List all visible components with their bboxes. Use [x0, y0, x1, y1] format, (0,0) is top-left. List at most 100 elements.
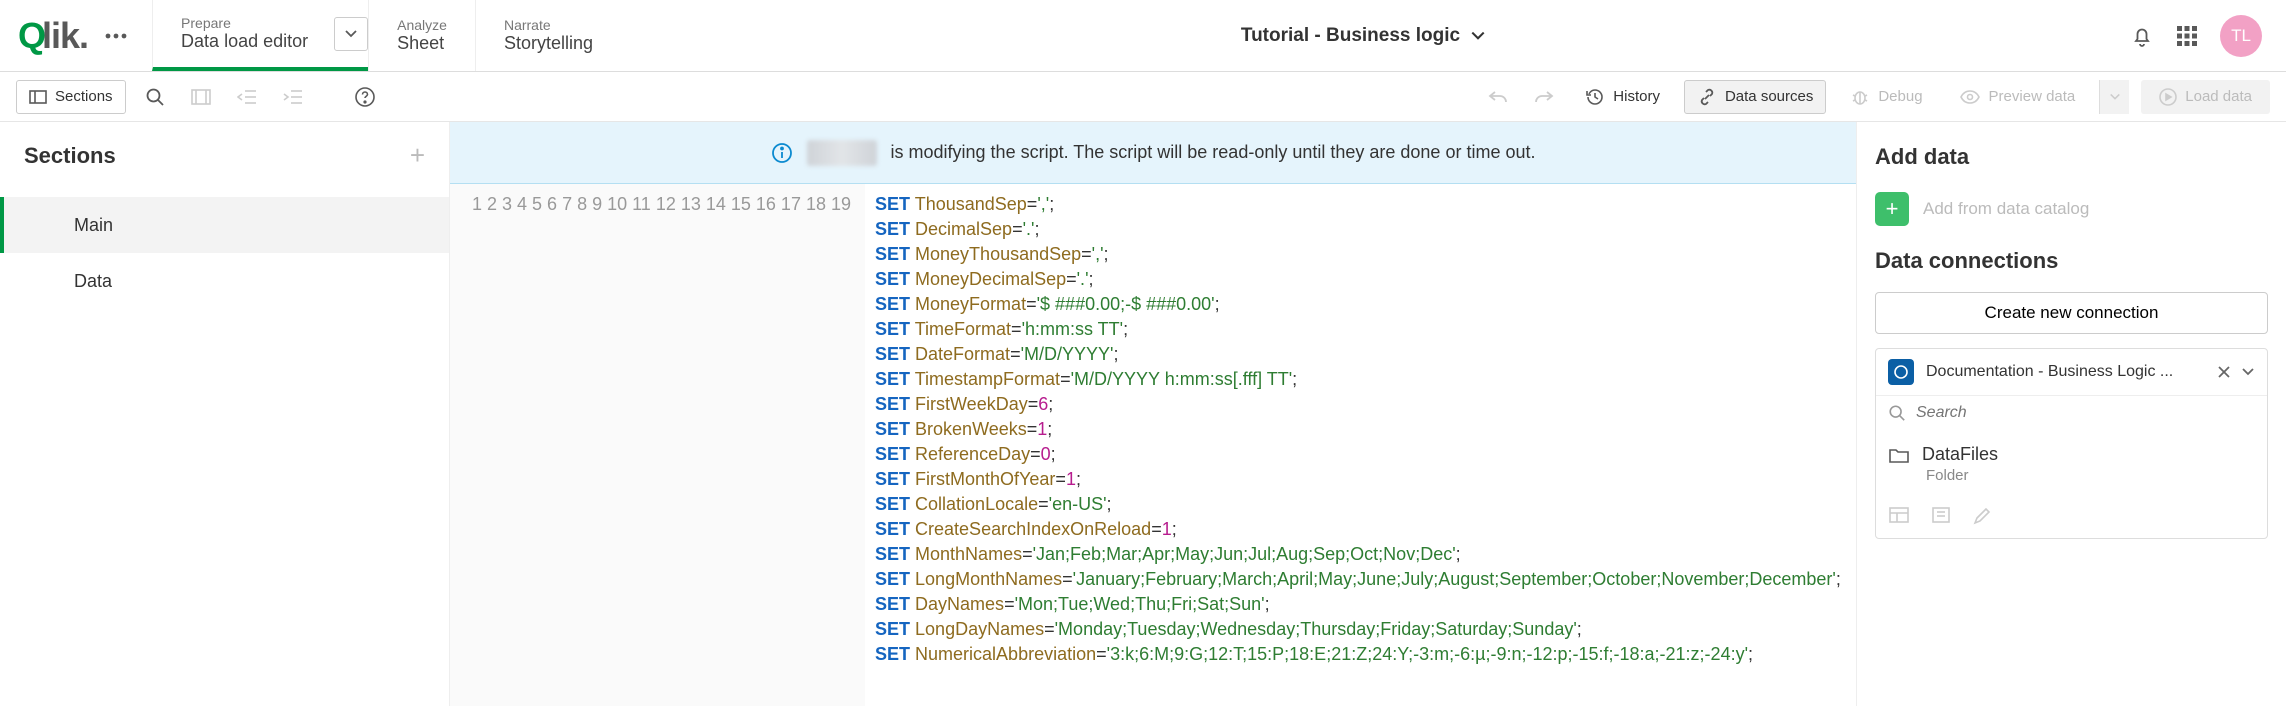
- connection-header[interactable]: Documentation - Business Logic ...: [1876, 349, 2267, 395]
- search-icon: [1888, 404, 1906, 422]
- tab-prepare-dropdown[interactable]: [334, 17, 368, 51]
- add-data-title: Add data: [1875, 140, 2268, 174]
- global-menu-button[interactable]: [98, 18, 134, 54]
- code-editor[interactable]: 1 2 3 4 5 6 7 8 9 10 11 12 13 14 15 16 1…: [450, 184, 1856, 706]
- info-icon: [771, 142, 793, 164]
- top-bar: Qlik. Prepare Data load editor Analyze S…: [0, 0, 2286, 72]
- comment-icon: [191, 89, 211, 105]
- grid-icon: [2176, 25, 2198, 47]
- apps-launcher-button[interactable]: [2176, 25, 2198, 47]
- tab-analyze[interactable]: Analyze Sheet: [368, 0, 475, 71]
- tab-narrate-main: Storytelling: [504, 33, 593, 54]
- connection-close-button[interactable]: [2217, 365, 2231, 379]
- add-from-catalog-label: Add from data catalog: [1923, 199, 2089, 219]
- edit-connection-icon: [1972, 506, 1992, 526]
- app-title: Tutorial - Business logic: [1241, 25, 1460, 47]
- sections-toggle-label: Sections: [55, 88, 113, 105]
- create-connection-button[interactable]: Create new connection: [1875, 292, 2268, 334]
- search-icon: [145, 87, 165, 107]
- code-content: SET ThousandSep=','; SET DecimalSep='.';…: [865, 184, 1851, 706]
- debug-button: Debug: [1838, 80, 1934, 114]
- banner-text: is modifying the script. The script will…: [891, 142, 1536, 163]
- user-avatar[interactable]: TL: [2220, 15, 2262, 57]
- connection-actions: [1876, 494, 2267, 538]
- create-connection-label: Create new connection: [1985, 303, 2159, 322]
- undo-icon: [1487, 88, 1509, 106]
- load-data-button: Load data: [2141, 80, 2270, 114]
- connection-item-label: DataFiles: [1922, 444, 1998, 465]
- select-data-icon: [1888, 506, 1910, 524]
- chevron-down-icon: [2109, 91, 2121, 103]
- add-from-catalog-row: + Add from data catalog: [1875, 188, 2268, 230]
- preview-label: Preview data: [1989, 88, 2076, 105]
- tab-prepare-sup: Prepare: [181, 15, 308, 31]
- load-data-label: Load data: [2185, 88, 2252, 105]
- undo-button: [1481, 80, 1515, 114]
- sections-header: Sections +: [0, 122, 449, 179]
- data-sources-label: Data sources: [1725, 88, 1813, 105]
- line-gutter: 1 2 3 4 5 6 7 8 9 10 11 12 13 14 15 16 1…: [450, 184, 865, 706]
- comment-button: [184, 80, 218, 114]
- folder-icon: [1888, 446, 1910, 464]
- help-icon: [354, 86, 376, 108]
- toolbar: Sections History Data sources Debug Prev…: [0, 72, 2286, 122]
- chevron-down-icon: [2241, 365, 2255, 379]
- preview-dropdown: [2099, 80, 2129, 114]
- preview-data-button: Preview data: [1947, 80, 2088, 114]
- indent-icon: [283, 89, 303, 105]
- connection-item-datafiles[interactable]: DataFiles: [1876, 430, 2267, 467]
- connection-item-sub: Folder: [1876, 467, 2267, 494]
- outdent-button: [230, 80, 264, 114]
- notifications-button[interactable]: [2130, 24, 2154, 48]
- sections-item-data[interactable]: Data: [0, 253, 449, 309]
- sections-item-main[interactable]: Main: [0, 197, 449, 253]
- link-icon: [1697, 87, 1717, 107]
- history-button[interactable]: History: [1573, 80, 1672, 114]
- data-connections-title: Data connections: [1875, 244, 2268, 278]
- tab-prepare-main: Data load editor: [181, 31, 308, 52]
- add-from-catalog-button[interactable]: +: [1875, 192, 1909, 226]
- tab-narrate[interactable]: Narrate Storytelling: [475, 0, 621, 71]
- body: Sections + MainData is modifying the scr…: [0, 122, 2286, 706]
- redo-icon: [1533, 88, 1555, 106]
- top-right-icons: TL: [2106, 0, 2286, 71]
- connection-search-input[interactable]: [1916, 404, 2255, 422]
- bug-icon: [1850, 87, 1870, 107]
- tab-analyze-main: Sheet: [397, 33, 447, 54]
- add-section-button[interactable]: +: [410, 140, 425, 171]
- history-label: History: [1613, 88, 1660, 105]
- connection-expand-button[interactable]: [2241, 365, 2255, 379]
- connection-name: Documentation - Business Logic ...: [1926, 363, 2205, 381]
- outdent-icon: [237, 89, 257, 105]
- connection-type-icon: [1888, 359, 1914, 385]
- chevron-down-icon: [1470, 28, 1486, 44]
- close-icon: [2217, 365, 2231, 379]
- data-sources-button[interactable]: Data sources: [1684, 80, 1826, 114]
- app-title-area[interactable]: Tutorial - Business logic: [621, 0, 2106, 71]
- sections-toggle-button[interactable]: Sections: [16, 80, 126, 114]
- redacted-name: [807, 140, 877, 166]
- history-icon: [1585, 87, 1605, 107]
- bell-icon: [2130, 24, 2154, 48]
- right-panel: Add data + Add from data catalog Data co…: [1856, 122, 2286, 706]
- tab-prepare[interactable]: Prepare Data load editor: [152, 0, 368, 71]
- search-button[interactable]: [138, 80, 172, 114]
- sections-title: Sections: [24, 143, 116, 169]
- tab-narrate-sup: Narrate: [504, 17, 593, 33]
- logo-area: Qlik.: [0, 0, 152, 71]
- connection-search-row: [1876, 395, 2267, 430]
- qlik-logo[interactable]: Qlik.: [18, 15, 88, 57]
- play-icon: [2159, 88, 2177, 106]
- preview-icon: [1959, 89, 1981, 105]
- editor-area: is modifying the script. The script will…: [450, 122, 1856, 706]
- debug-label: Debug: [1878, 88, 1922, 105]
- indent-button: [276, 80, 310, 114]
- tab-analyze-sup: Analyze: [397, 17, 447, 33]
- redo-button: [1527, 80, 1561, 114]
- info-banner: is modifying the script. The script will…: [450, 122, 1856, 184]
- help-button[interactable]: [348, 80, 382, 114]
- panel-icon: [29, 90, 47, 104]
- connection-card: Documentation - Business Logic ... DataF…: [1875, 348, 2268, 539]
- sections-panel: Sections + MainData: [0, 122, 450, 706]
- chevron-down-icon: [344, 27, 358, 41]
